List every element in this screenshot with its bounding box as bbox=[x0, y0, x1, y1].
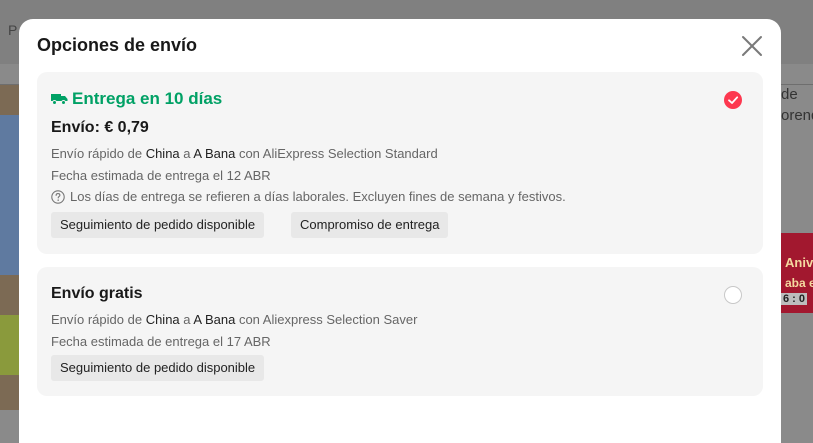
shipping-route: Envío rápido de China a A Bana con Aliex… bbox=[51, 312, 418, 327]
eta-text: Entrega en 10 días bbox=[72, 89, 223, 108]
help-icon[interactable] bbox=[51, 189, 65, 204]
feature-tags: Seguimiento de pedido disponible Comprom… bbox=[51, 212, 651, 238]
shipping-options-modal: Opciones de envío Entrega en 10 días Env… bbox=[19, 19, 781, 443]
tag-order-tracking: Seguimiento de pedido disponible bbox=[51, 212, 265, 238]
promo-text: aba e bbox=[785, 276, 813, 290]
close-icon bbox=[742, 36, 762, 56]
delivery-note-text: Los días de entrega se refieren a días l… bbox=[70, 189, 566, 204]
shipping-option-standard[interactable]: Entrega en 10 días Envío: € 0,79 Envío r… bbox=[37, 72, 763, 254]
close-button[interactable] bbox=[741, 35, 763, 57]
feature-tags: Seguimiento de pedido disponible bbox=[51, 355, 651, 381]
background-text: orend bbox=[781, 107, 813, 124]
shipping-option-free[interactable]: Envío gratis Envío rápido de China a A B… bbox=[37, 267, 763, 396]
shipping-route: Envío rápido de China a A Bana con AliEx… bbox=[51, 146, 438, 161]
destination: A Bana bbox=[193, 312, 236, 327]
promo-countdown: 6 : 0 bbox=[781, 293, 808, 305]
origin-country: China bbox=[145, 146, 180, 161]
shipping-price: Envío gratis bbox=[51, 285, 143, 302]
delivery-estimate: Fecha estimada de entrega el 12 ABR bbox=[51, 168, 271, 183]
destination: A Bana bbox=[193, 146, 236, 161]
background-promo-banner: Aniv aba e 6 : 0 bbox=[781, 233, 813, 313]
check-icon bbox=[728, 96, 739, 104]
shipping-price: Envío: € 0,79 bbox=[51, 119, 149, 136]
delivery-note: Los días de entrega se refieren a días l… bbox=[51, 189, 566, 204]
promo-text: Aniv bbox=[785, 255, 813, 270]
origin-country: China bbox=[145, 312, 180, 327]
background-text: de bbox=[781, 86, 798, 103]
option-radio-unselected[interactable] bbox=[724, 286, 742, 304]
tag-delivery-guarantee[interactable]: Compromiso de entrega bbox=[291, 212, 449, 238]
delivery-eta: Entrega en 10 días bbox=[51, 89, 222, 109]
delivery-estimate: Fecha estimada de entrega el 17 ABR bbox=[51, 334, 271, 349]
option-radio-selected[interactable] bbox=[724, 91, 742, 109]
tag-order-tracking: Seguimiento de pedido disponible bbox=[51, 355, 265, 381]
modal-title: Opciones de envío bbox=[37, 35, 198, 55]
truck-icon bbox=[51, 94, 68, 105]
background-topbar-text: P bbox=[8, 22, 18, 38]
background-product-image bbox=[0, 85, 20, 410]
